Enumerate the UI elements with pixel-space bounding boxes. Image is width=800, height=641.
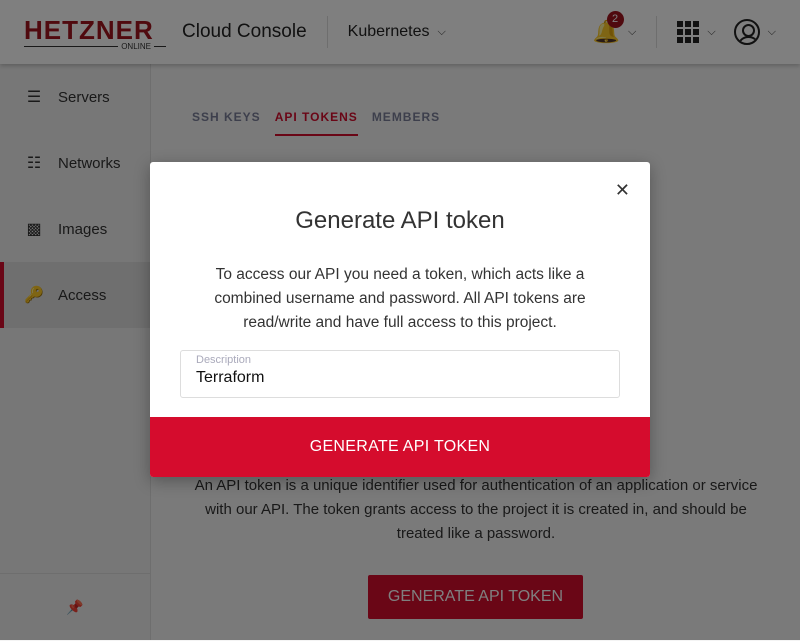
description-field[interactable]: Description bbox=[180, 350, 620, 398]
submit-generate-token-button[interactable]: GENERATE API TOKEN bbox=[150, 417, 650, 477]
dialog-title: Generate API token bbox=[295, 207, 505, 234]
close-icon[interactable]: ✕ bbox=[615, 180, 630, 201]
description-input[interactable] bbox=[196, 369, 604, 387]
description-label: Description bbox=[196, 354, 252, 366]
dialog-description: To access our API you need a token, whic… bbox=[214, 266, 586, 331]
generate-token-dialog: ✕ Generate API token To access our API y… bbox=[150, 162, 650, 477]
